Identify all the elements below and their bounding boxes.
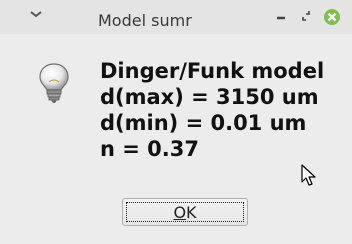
message-text: Dinger/Funk model d(max) = 3150 um d(min… — [100, 58, 324, 162]
title-bar[interactable]: Model sumr — [0, 0, 352, 34]
ok-label-rest: K — [186, 203, 197, 222]
chevron-down-icon[interactable] — [28, 9, 44, 21]
close-icon[interactable] — [322, 7, 342, 27]
ok-mnemonic: O — [173, 203, 187, 222]
minimize-icon[interactable] — [275, 11, 289, 23]
ok-button-label: OK — [123, 203, 247, 222]
mouse-pointer-icon — [301, 164, 316, 186]
ok-button[interactable]: OK — [122, 198, 248, 226]
lightbulb-icon — [39, 63, 69, 103]
message-line-dmin: d(min) = 0.01 um — [100, 111, 307, 135]
restore-icon[interactable] — [299, 8, 313, 24]
message-line-dmax: d(max) = 3150 um — [100, 85, 319, 109]
dialog-window: Model sumr Dinger/Funk model d(max) = 31… — [0, 0, 352, 244]
message-line-model: Dinger/Funk model — [100, 59, 325, 83]
window-title: Model sumr — [98, 11, 192, 30]
message-line-n: n = 0.37 — [100, 137, 199, 161]
